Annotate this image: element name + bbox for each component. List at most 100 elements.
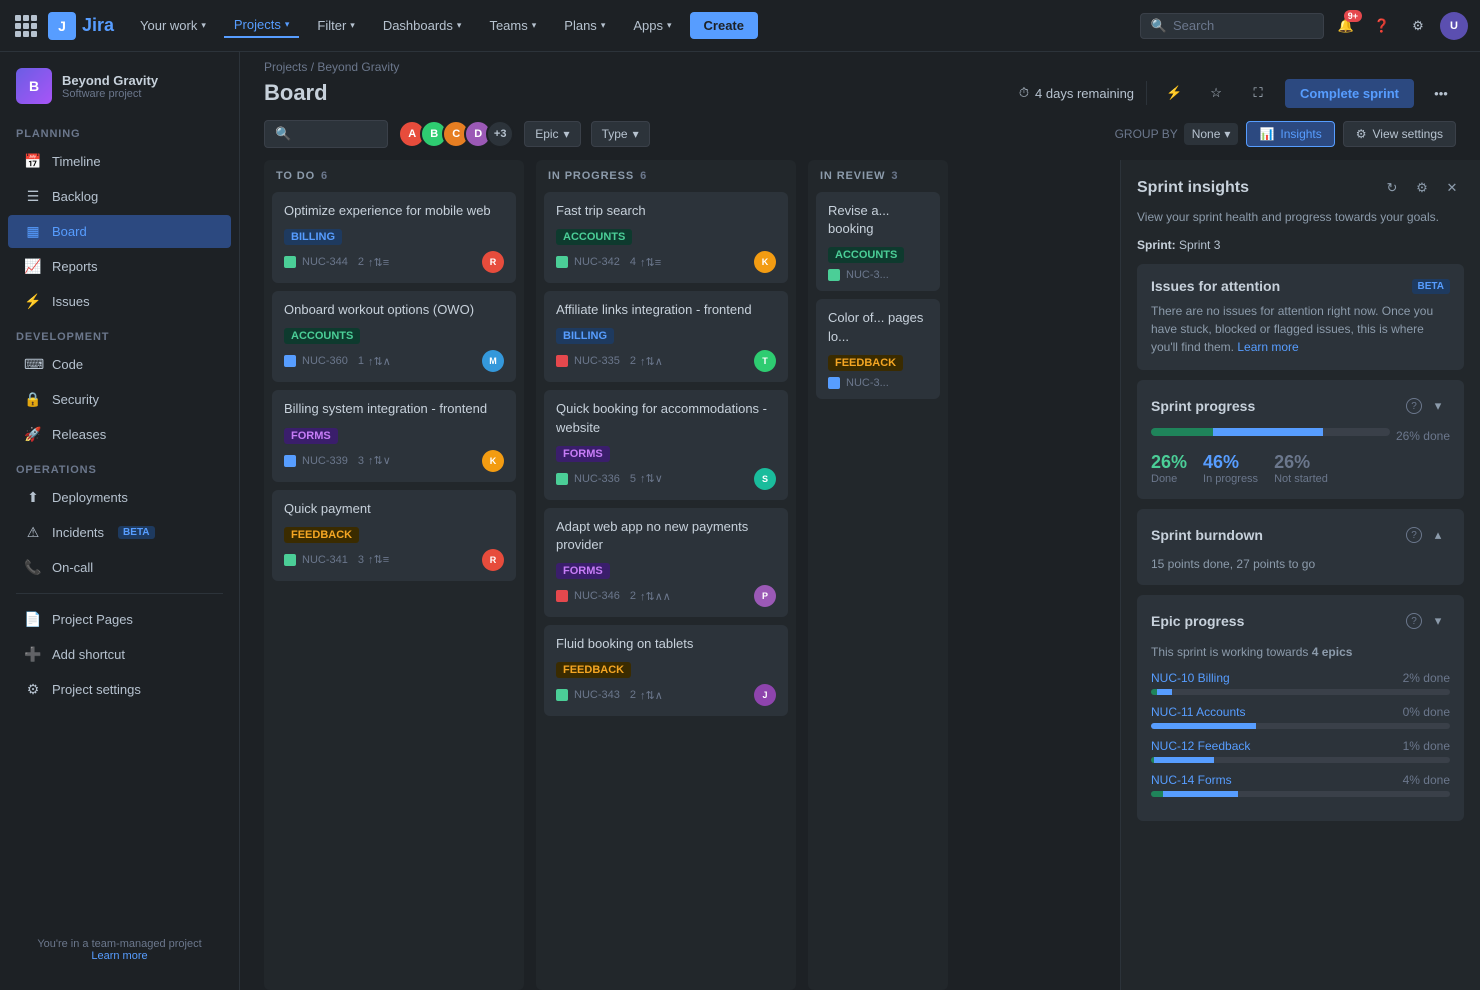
group-by-value: None — [1192, 127, 1221, 141]
search-icon: 🔍 — [275, 126, 291, 142]
collapse-button[interactable]: ▾ — [1426, 394, 1450, 418]
sidebar-item-oncall[interactable]: 📞 On-call — [8, 551, 231, 584]
collapse-button[interactable]: ▴ — [1426, 523, 1450, 547]
more-options-button[interactable]: ••• — [1426, 78, 1456, 108]
epic-name[interactable]: NUC-14 Forms — [1151, 773, 1232, 787]
grid-icon — [15, 15, 37, 37]
table-row[interactable]: Quick payment FEEDBACK NUC-341 3 ↑⇅≡ R — [272, 490, 516, 581]
table-row[interactable]: Affiliate links integration - frontend B… — [544, 291, 788, 382]
board-title: Board — [264, 80, 328, 106]
list-item: NUC-10 Billing 2% done — [1151, 671, 1450, 695]
table-row[interactable]: Adapt web app no new payments provider F… — [544, 508, 788, 617]
sidebar-item-deployments[interactable]: ⬆ Deployments — [8, 481, 231, 514]
insights-button[interactable]: 📊 Insights — [1246, 121, 1334, 147]
view-settings-button[interactable]: ⚙ View settings — [1343, 121, 1456, 147]
search-input[interactable] — [1173, 18, 1313, 33]
board-toolbar: 🔍 A B C D +3 Epic ▾ Type ▾ GROUP BY — [240, 120, 1480, 160]
table-row[interactable]: Optimize experience for mobile web BILLI… — [272, 192, 516, 283]
grid-menu-button[interactable] — [12, 12, 40, 40]
sidebar-item-label: Project settings — [52, 682, 141, 697]
sidebar-item-label: Board — [52, 224, 87, 239]
lightning-button[interactable]: ⚡ — [1159, 78, 1189, 108]
more-avatars[interactable]: +3 — [486, 120, 514, 148]
user-avatar[interactable]: U — [1440, 12, 1468, 40]
sidebar-item-incidents[interactable]: ⚠ Incidents BETA — [8, 516, 231, 549]
sidebar-item-project-settings[interactable]: ⚙ Project settings — [8, 673, 231, 706]
table-row[interactable]: Quick booking for accommodations - websi… — [544, 390, 788, 499]
chevron-down-icon: ▾ — [564, 127, 570, 141]
avatar-group: A B C D +3 — [398, 120, 514, 148]
nav-teams[interactable]: Teams ▾ — [479, 14, 546, 37]
nav-apps[interactable]: Apps ▾ — [623, 14, 681, 37]
epic-name[interactable]: NUC-10 Billing — [1151, 671, 1230, 685]
avatar: J — [754, 684, 776, 706]
sidebar-item-timeline[interactable]: 📅 Timeline — [8, 145, 231, 178]
help-button[interactable]: ❓ — [1368, 12, 1396, 40]
nav-filter[interactable]: Filter ▾ — [307, 14, 364, 37]
help-icon[interactable]: ? — [1406, 527, 1422, 543]
breadcrumb-projects[interactable]: Projects — [264, 60, 307, 74]
sidebar-item-code[interactable]: ⌨ Code — [8, 348, 231, 381]
table-row[interactable]: Revise a... booking ACCOUNTS NUC-3... — [816, 192, 940, 291]
card-id: NUC-342 — [574, 256, 620, 268]
sidebar-item-reports[interactable]: 📈 Reports — [8, 250, 231, 283]
insights-label: Insights — [1280, 127, 1321, 141]
fullscreen-button[interactable]: ⛶ — [1243, 78, 1273, 108]
settings-button[interactable]: ⚙ — [1410, 176, 1434, 200]
card-meta: NUC-360 1 ↑⇅∧ M — [284, 350, 504, 372]
card-title: Affiliate links integration - frontend — [556, 301, 776, 319]
nav-dashboards[interactable]: Dashboards ▾ — [373, 14, 472, 37]
epic-filter[interactable]: Epic ▾ — [524, 121, 580, 147]
star-button[interactable]: ☆ — [1201, 78, 1231, 108]
chevron-down-icon: ▾ — [601, 20, 606, 31]
table-row[interactable]: Fast trip search ACCOUNTS NUC-342 4 ↑⇅≡ … — [544, 192, 788, 283]
insights-panel-title: Sprint insights — [1137, 179, 1249, 197]
sidebar-item-releases[interactable]: 🚀 Releases — [8, 418, 231, 451]
epic-name[interactable]: NUC-11 Accounts — [1151, 705, 1245, 719]
issues-icon: ⚡ — [24, 293, 42, 310]
collapse-button[interactable]: ▾ — [1426, 609, 1450, 633]
settings-button[interactable]: ⚙ — [1404, 12, 1432, 40]
sidebar-item-backlog[interactable]: ☰ Backlog — [8, 180, 231, 213]
card-tag: ACCOUNTS — [284, 328, 360, 344]
close-button[interactable]: ✕ — [1440, 176, 1464, 200]
card-tag: BILLING — [284, 229, 342, 245]
releases-icon: 🚀 — [24, 426, 42, 443]
epic-pct: 4% done — [1403, 773, 1450, 787]
search-box[interactable]: 🔍 — [1140, 13, 1324, 39]
logo[interactable]: J Jira — [48, 12, 114, 40]
sidebar-item-project-pages[interactable]: 📄 Project Pages — [8, 603, 231, 636]
sidebar-item-security[interactable]: 🔒 Security — [8, 383, 231, 416]
board-icon: ▦ — [24, 223, 42, 240]
nav-plans[interactable]: Plans ▾ — [554, 14, 615, 37]
group-by-select[interactable]: None ▾ — [1184, 123, 1239, 145]
epic-name[interactable]: NUC-12 Feedback — [1151, 739, 1250, 753]
table-row[interactable]: Onboard workout options (OWO) ACCOUNTS N… — [272, 291, 516, 382]
create-button[interactable]: Create — [690, 12, 758, 39]
nav-projects[interactable]: Projects ▾ — [224, 13, 300, 38]
table-row[interactable]: Billing system integration - frontend FO… — [272, 390, 516, 481]
table-row[interactable]: Fluid booking on tablets FEEDBACK NUC-34… — [544, 625, 788, 716]
help-icon[interactable]: ? — [1406, 613, 1422, 629]
board-search[interactable]: 🔍 — [264, 120, 388, 148]
learn-more-link[interactable]: Learn more — [1237, 340, 1298, 354]
learn-more-link[interactable]: Learn more — [91, 950, 147, 962]
inprogress-label: In progress — [1203, 473, 1258, 485]
burndown-text: 15 points done, 27 points to go — [1151, 557, 1450, 571]
gear-icon: ⚙ — [1412, 18, 1424, 34]
sidebar-item-add-shortcut[interactable]: ➕ Add shortcut — [8, 638, 231, 671]
sidebar-item-issues[interactable]: ⚡ Issues — [8, 285, 231, 318]
breadcrumb-current[interactable]: Beyond Gravity — [317, 60, 399, 74]
board-search-input[interactable] — [297, 127, 377, 141]
type-label: Type — [602, 127, 628, 141]
sidebar-item-board[interactable]: ▦ Board — [8, 215, 231, 248]
notifications-button[interactable]: 🔔 9+ — [1332, 12, 1360, 40]
nav-your-work[interactable]: Your work ▾ — [130, 14, 216, 37]
card-meta: NUC-346 2 ↑⇅∧∧ P — [556, 585, 776, 607]
type-filter[interactable]: Type ▾ — [591, 121, 650, 147]
chevron-down-icon: ▾ — [201, 20, 206, 31]
refresh-button[interactable]: ↻ — [1380, 176, 1404, 200]
table-row[interactable]: Color of... pages lo... FEEDBACK NUC-3..… — [816, 299, 940, 398]
complete-sprint-button[interactable]: Complete sprint — [1285, 79, 1414, 108]
help-icon[interactable]: ? — [1406, 398, 1422, 414]
